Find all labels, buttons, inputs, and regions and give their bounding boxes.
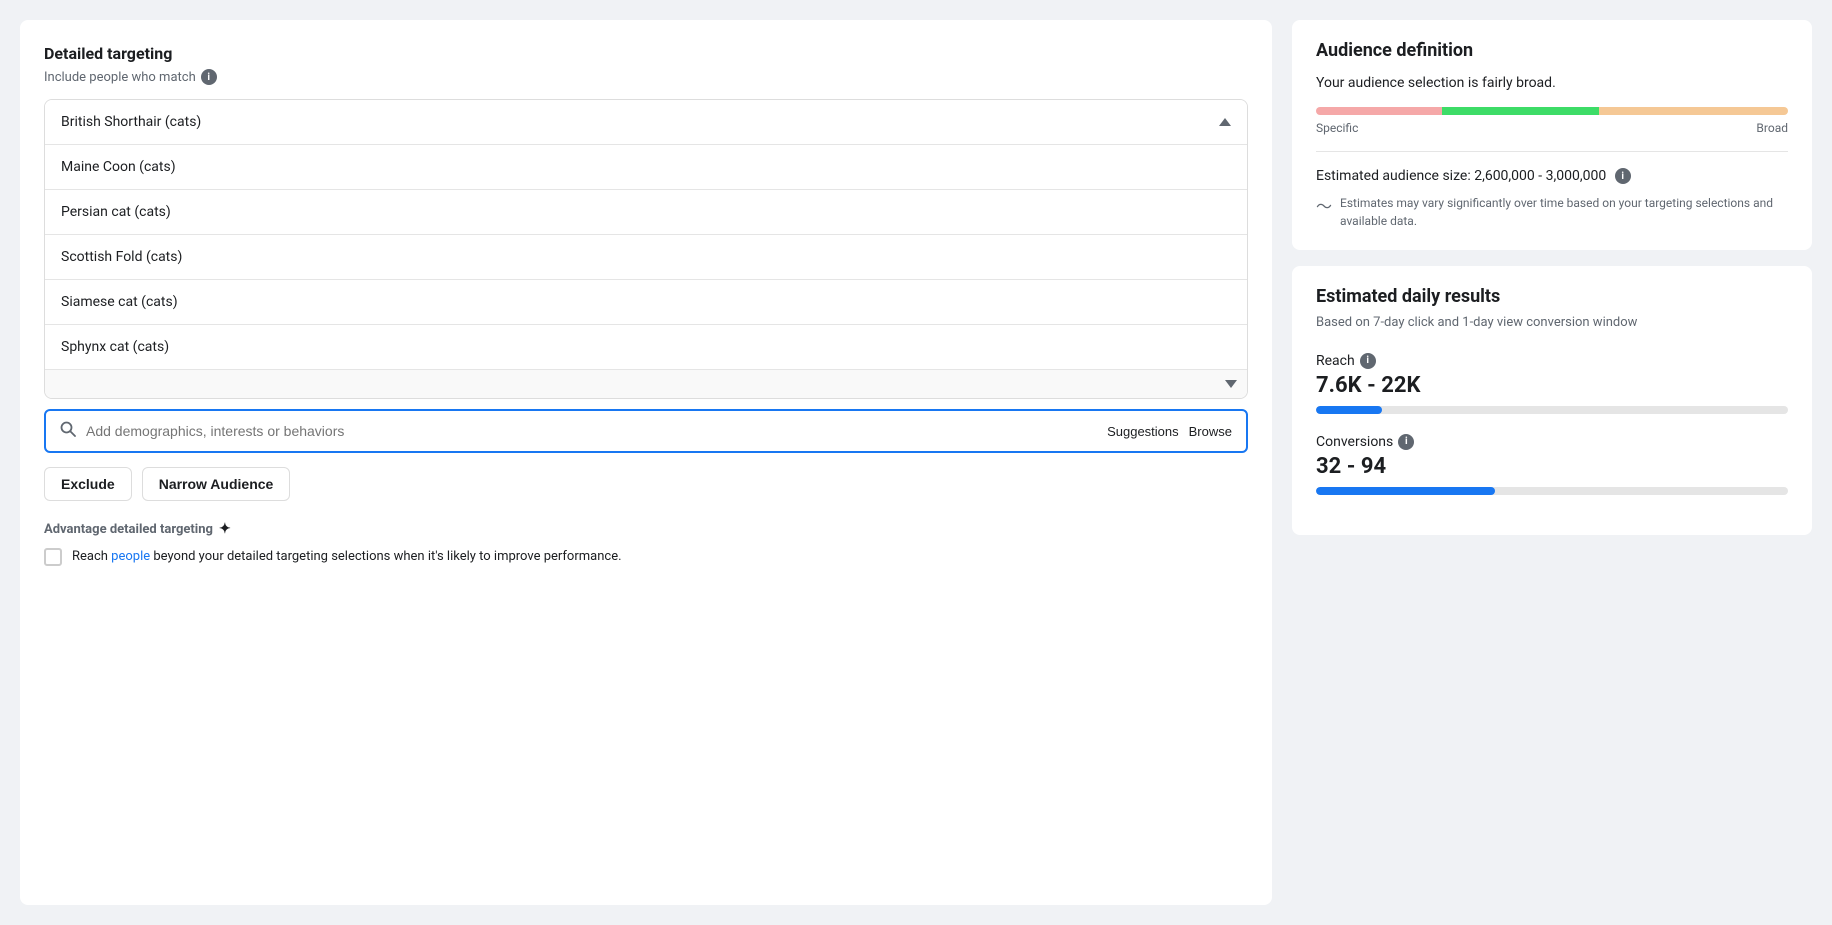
gauge-container: Specific Broad	[1316, 107, 1788, 135]
list-item[interactable]: Sphynx cat (cats)	[45, 325, 1247, 369]
daily-results-card: Estimated daily results Based on 7-day c…	[1292, 266, 1812, 535]
search-actions: Suggestions Browse	[1107, 424, 1232, 439]
conversions-bar-fill	[1316, 487, 1495, 495]
advantage-description: Reach people beyond your detailed target…	[44, 547, 1248, 567]
reach-value: 7.6K - 22K	[1316, 373, 1788, 398]
conversions-info-icon[interactable]: i	[1398, 434, 1414, 450]
audience-definition-card: Audience definition Your audience select…	[1292, 20, 1812, 250]
gauge-labels: Specific Broad	[1316, 121, 1788, 135]
list-item[interactable]: Maine Coon (cats)	[45, 145, 1247, 190]
suggestions-button[interactable]: Suggestions	[1107, 424, 1179, 439]
list-item[interactable]: Siamese cat (cats)	[45, 280, 1247, 325]
scroll-down-indicator	[45, 369, 1247, 398]
gauge-label-broad: Broad	[1756, 121, 1788, 135]
reach-label: Reach i	[1316, 353, 1788, 369]
subtitle-info-icon[interactable]: i	[201, 69, 217, 85]
search-box: Suggestions Browse	[44, 409, 1248, 453]
daily-results-subtitle: Based on 7-day click and 1-day view conv…	[1316, 313, 1788, 333]
exclude-button[interactable]: Exclude	[44, 467, 132, 501]
gauge-broad-segment	[1599, 107, 1788, 115]
search-icon	[60, 421, 76, 441]
chevron-down-icon	[1225, 380, 1237, 388]
people-link[interactable]: people	[111, 549, 150, 564]
estimate-note: 〜 Estimates may vary significantly over …	[1316, 194, 1788, 230]
list-scroll-area[interactable]: British Shorthair (cats) Maine Coon (cat…	[45, 100, 1247, 369]
chevron-up-icon	[1219, 118, 1231, 126]
audience-size-text: Estimated audience size: 2,600,000 - 3,0…	[1316, 168, 1788, 184]
conversions-value: 32 - 94	[1316, 454, 1788, 479]
search-input[interactable]	[86, 423, 1097, 439]
browse-button[interactable]: Browse	[1189, 424, 1232, 439]
advantage-section: Advantage detailed targeting ✦ Reach peo…	[44, 521, 1248, 567]
list-item[interactable]: British Shorthair (cats)	[45, 100, 1247, 145]
audience-description-text: Your audience selection is fairly broad.	[1316, 75, 1788, 91]
right-panel: Audience definition Your audience select…	[1292, 20, 1812, 905]
gauge-specific-segment	[1316, 107, 1442, 115]
action-buttons-row: Exclude Narrow Audience	[44, 467, 1248, 501]
advantage-title: Advantage detailed targeting ✦	[44, 521, 1248, 537]
gauge-bar	[1316, 107, 1788, 115]
section-subtitle: Include people who match i	[44, 69, 1248, 85]
advantage-checkbox[interactable]	[44, 548, 62, 566]
gauge-active-segment	[1442, 107, 1599, 115]
audience-size-info-icon[interactable]: i	[1615, 168, 1631, 184]
reach-info-icon[interactable]: i	[1360, 353, 1376, 369]
divider	[1316, 151, 1788, 152]
section-title: Detailed targeting	[44, 44, 1248, 63]
gauge-label-specific: Specific	[1316, 121, 1358, 135]
conversions-bar-track	[1316, 487, 1788, 495]
audience-definition-title: Audience definition	[1316, 40, 1788, 61]
conversions-label: Conversions i	[1316, 434, 1788, 450]
sparkle-icon: ✦	[219, 521, 231, 537]
reach-bar-track	[1316, 406, 1788, 414]
targeting-list: British Shorthair (cats) Maine Coon (cat…	[44, 99, 1248, 399]
narrow-audience-button[interactable]: Narrow Audience	[142, 467, 291, 501]
reach-bar-fill	[1316, 406, 1382, 414]
graph-icon: 〜	[1316, 195, 1332, 219]
list-item[interactable]: Persian cat (cats)	[45, 190, 1247, 235]
list-item[interactable]: Scottish Fold (cats)	[45, 235, 1247, 280]
left-panel: Detailed targeting Include people who ma…	[20, 20, 1272, 905]
daily-results-title: Estimated daily results	[1316, 286, 1788, 307]
